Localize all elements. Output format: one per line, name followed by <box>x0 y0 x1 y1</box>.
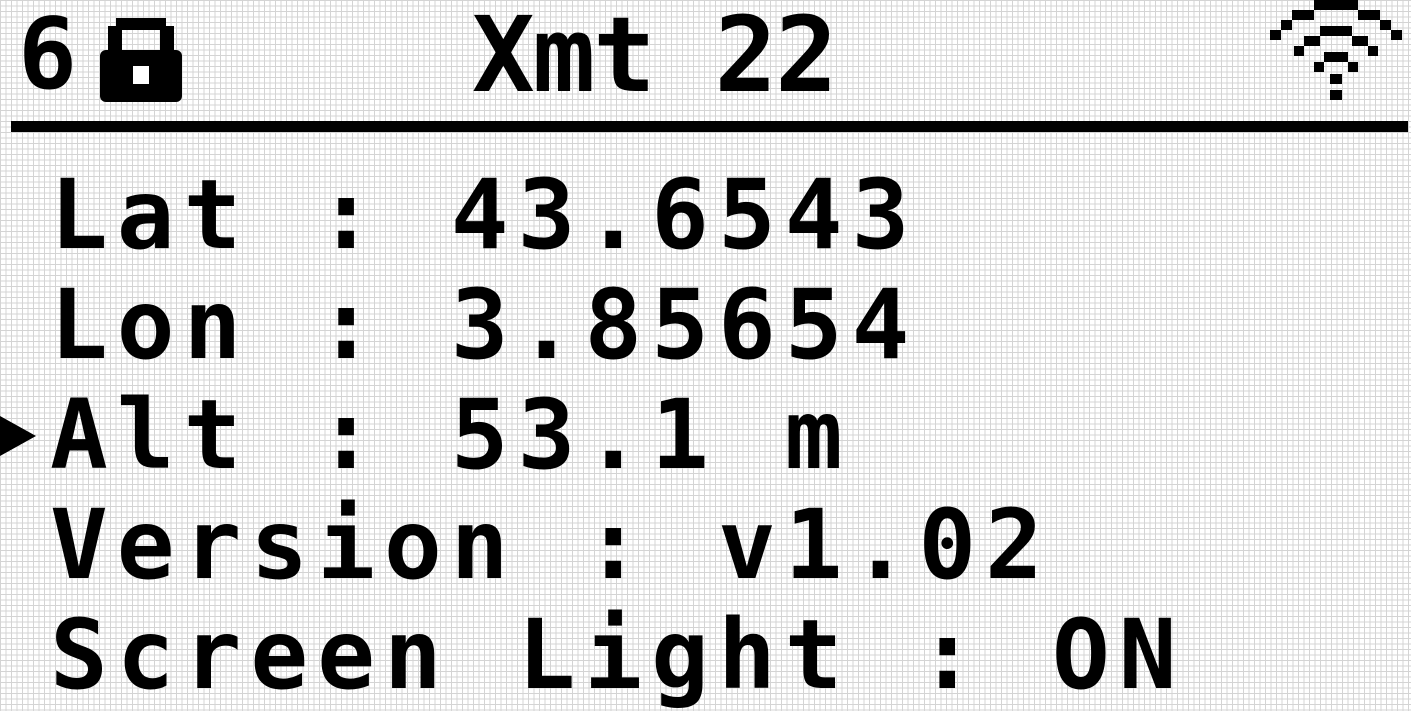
wifi-icon <box>1270 0 1402 100</box>
version-text: Version : v1.02 <box>50 489 1052 601</box>
altitude-text: Alt : 53.1 m <box>50 379 852 491</box>
header-divider <box>11 121 1408 132</box>
menu-row-latitude[interactable]: Lat : 43.6543 <box>0 160 1411 270</box>
menu-row-longitude[interactable]: Lon : 3.85654 <box>0 270 1411 380</box>
menu-row-altitude[interactable]: Alt : 53.1 m <box>0 380 1411 490</box>
longitude-text: Lon : 3.85654 <box>50 269 919 381</box>
selection-cursor-icon <box>0 416 36 456</box>
menu-row-version[interactable]: Version : v1.02 <box>0 490 1411 600</box>
status-header: 6 Xmt 22 <box>0 0 1411 110</box>
lock-icon <box>100 18 182 102</box>
menu-row-screen-light[interactable]: Screen Light : ON <box>0 600 1411 710</box>
page-title: Xmt 22 <box>472 0 838 116</box>
screen-light-text: Screen Light : ON <box>50 599 1186 711</box>
satellite-count: 6 <box>18 0 77 112</box>
latitude-text: Lat : 43.6543 <box>50 159 919 271</box>
